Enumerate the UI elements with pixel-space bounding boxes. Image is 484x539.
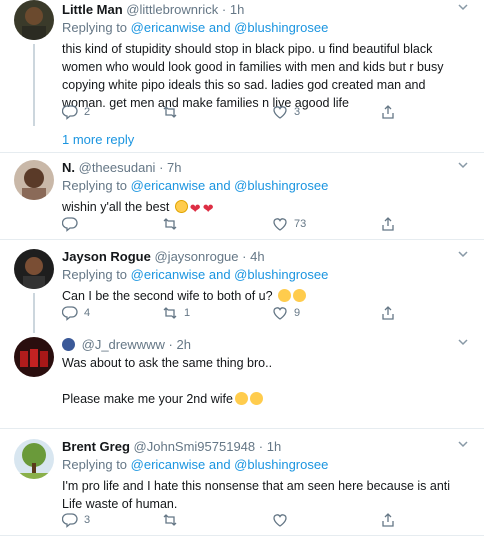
share-button[interactable] <box>380 512 396 528</box>
reply-button[interactable]: 2 <box>62 104 90 120</box>
replying-to: Replying to @ericanwise and @blushingros… <box>62 267 329 282</box>
crying-face-emoji <box>249 392 263 405</box>
chevron-down-icon[interactable] <box>456 335 470 349</box>
reply-icon <box>62 217 78 232</box>
user-handle[interactable]: @theesudani <box>79 160 156 175</box>
divider <box>0 428 484 429</box>
reply-button[interactable] <box>62 216 84 232</box>
replying-to-link[interactable]: @ericanwise and @blushingrosee <box>131 178 329 193</box>
share-button[interactable] <box>380 216 396 232</box>
user-handle[interactable]: @JohnSmi95751948 <box>134 439 256 454</box>
replying-to: Replying to @ericanwise and @blushingros… <box>62 178 329 193</box>
tweet-text: wishin y'all the best ❤ ❤ <box>62 200 214 216</box>
user-handle[interactable]: @jaysonrogue <box>154 249 238 264</box>
user-handle[interactable]: @littlebrownrick <box>126 2 218 17</box>
heart-icon <box>273 514 287 527</box>
display-name[interactable]: Jayson Rogue <box>62 249 151 264</box>
tweet-text: Can I be the second wife to both of u? <box>62 287 470 305</box>
reply-icon <box>62 513 78 528</box>
share-icon <box>382 217 394 231</box>
avatar[interactable] <box>14 249 54 289</box>
share-button[interactable] <box>380 305 396 321</box>
heart-eyes-emoji <box>278 289 292 302</box>
reply-count: 4 <box>84 307 91 319</box>
thread-line <box>33 293 35 333</box>
like-button[interactable]: 73 <box>272 216 306 232</box>
timestamp[interactable]: 1h <box>267 439 281 454</box>
crying-face-emoji <box>234 392 248 405</box>
retweet-icon <box>163 106 177 118</box>
smile-emoji <box>174 200 188 213</box>
avatar[interactable] <box>14 337 54 377</box>
chevron-down-icon[interactable] <box>456 0 470 14</box>
divider <box>0 239 484 240</box>
divider <box>0 535 484 536</box>
replying-to-link[interactable]: @ericanwise and @blushingrosee <box>131 267 329 282</box>
heart-icon <box>273 218 287 231</box>
heart-emoji: ❤ <box>189 201 201 216</box>
tweet-text: Was about to ask the same thing bro.. <box>62 356 273 370</box>
like-button[interactable]: 9 <box>272 305 300 321</box>
heart-eyes-emoji <box>293 289 307 302</box>
retweet-icon <box>163 307 177 319</box>
like-count: 73 <box>294 218 307 230</box>
divider <box>0 152 484 153</box>
share-icon <box>382 306 394 320</box>
retweet-button[interactable] <box>162 104 184 120</box>
tweet-text-line2: Please make me your 2nd wife <box>62 390 470 408</box>
avatar[interactable] <box>14 160 54 200</box>
timestamp[interactable]: 2h <box>177 337 191 352</box>
timestamp[interactable]: 1h <box>230 2 244 17</box>
profile-badge-icon <box>62 338 75 351</box>
display-name[interactable]: Brent Greg <box>62 439 130 454</box>
replying-to-link[interactable]: @ericanwise and @blushingrosee <box>131 20 329 35</box>
retweet-button[interactable] <box>162 512 184 528</box>
replying-to-link[interactable]: @ericanwise and @blushingrosee <box>131 457 329 472</box>
reply-icon <box>62 306 78 321</box>
tweet-text: this kind of stupidity should stop in bl… <box>62 42 444 110</box>
reply-count: 2 <box>84 106 91 118</box>
heart-icon <box>273 106 287 119</box>
more-replies-link[interactable]: 1 more reply <box>62 132 134 147</box>
avatar[interactable] <box>14 439 54 479</box>
like-count: 9 <box>294 307 301 319</box>
chevron-down-icon[interactable] <box>456 158 470 172</box>
thread-line <box>33 44 35 126</box>
retweet-button[interactable]: 1 <box>162 305 190 321</box>
chevron-down-icon[interactable] <box>456 247 470 261</box>
like-button[interactable]: 3 <box>272 104 300 120</box>
retweet-icon <box>163 514 177 526</box>
reply-count: 3 <box>84 514 91 526</box>
display-name[interactable]: Little Man <box>62 2 123 17</box>
display-name[interactable]: N. <box>62 160 75 175</box>
chevron-down-icon[interactable] <box>456 437 470 451</box>
tweet-text: I'm pro life and I hate this nonsense th… <box>62 479 451 511</box>
timestamp[interactable]: 7h <box>167 160 181 175</box>
replying-to: Replying to @ericanwise and @blushingros… <box>62 457 329 472</box>
avatar[interactable] <box>14 0 54 40</box>
reply-icon <box>62 105 78 120</box>
reply-button[interactable]: 3 <box>62 512 90 528</box>
reply-button[interactable]: 4 <box>62 305 90 321</box>
like-count: 3 <box>294 106 301 118</box>
like-button[interactable] <box>272 512 294 528</box>
tweet-header: Little Man @littlebrownrick · 1h <box>62 2 245 17</box>
share-icon <box>382 513 394 527</box>
timestamp[interactable]: 4h <box>250 249 264 264</box>
heart-emoji: ❤ <box>202 201 214 216</box>
replying-to: Replying to @ericanwise and @blushingros… <box>62 20 329 35</box>
retweet-count: 1 <box>184 307 191 319</box>
retweet-button[interactable] <box>162 216 184 232</box>
share-icon <box>382 105 394 119</box>
user-handle[interactable]: @J_drewwww <box>82 337 165 352</box>
retweet-icon <box>163 218 177 230</box>
heart-icon <box>273 307 287 320</box>
share-button[interactable] <box>380 104 396 120</box>
